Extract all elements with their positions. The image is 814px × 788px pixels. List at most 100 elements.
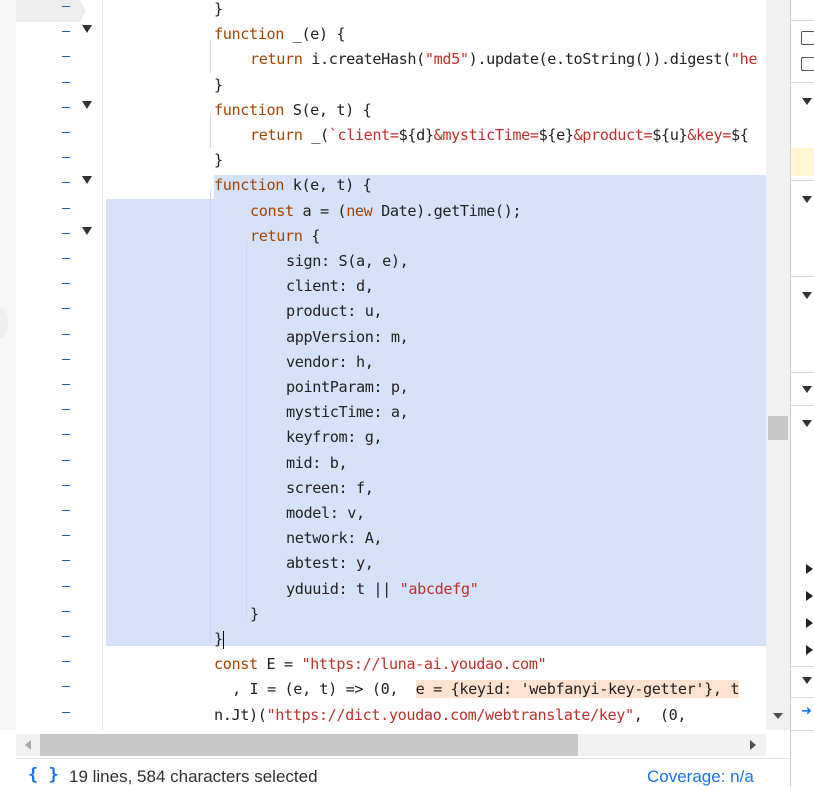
code-token: keyfrom: g,	[286, 428, 383, 447]
code-text: const E = "https://luna-ai.youdao.com"	[214, 653, 547, 675]
chevron-right-icon[interactable]	[806, 591, 813, 601]
code-line: appVersion: m,	[0, 325, 790, 350]
code-line: }	[0, 602, 790, 627]
chevron-down-icon[interactable]	[82, 226, 92, 235]
code-text: product: u,	[286, 300, 383, 322]
line-marker	[62, 706, 71, 718]
code-text: model: v,	[286, 502, 365, 524]
code-text: return i.createHash("md5").update(e.toSt…	[250, 48, 758, 70]
chevron-down-icon[interactable]	[802, 386, 812, 393]
code-text: client: d,	[286, 275, 374, 297]
code-token: &key=	[687, 126, 731, 144]
code-text: keyfrom: g,	[286, 426, 383, 448]
chevron-right-icon[interactable]	[806, 618, 813, 628]
arrow-left-icon[interactable]	[25, 740, 31, 750]
code-token: k(e, t) {	[283, 176, 372, 195]
chevron-down-icon[interactable]	[802, 98, 812, 105]
code-token: _(e) {	[283, 25, 346, 44]
step-arrow-icon[interactable]: ➜	[801, 705, 813, 718]
code-token: function	[214, 25, 284, 44]
code-text: return _(`client=${d}&mysticTime=${e}&pr…	[250, 124, 749, 146]
code-text: appVersion: m,	[286, 326, 409, 348]
code-token: return	[250, 226, 303, 245]
code-text: abtest: y,	[286, 552, 374, 574]
code-line: const E = "https://luna-ai.youdao.com"	[0, 652, 790, 677]
code-token: }	[250, 604, 259, 623]
code-line: model: v,	[0, 501, 790, 526]
panel-divider	[791, 20, 814, 21]
panel-divider	[791, 372, 814, 373]
code-line: }	[0, 148, 790, 173]
code-token: "abcdefg"	[399, 579, 479, 598]
panel-divider	[791, 697, 814, 698]
code-text: mid: b,	[286, 452, 348, 474]
code-token: ${	[730, 126, 749, 144]
chevron-down-icon[interactable]	[82, 100, 92, 109]
vertical-scroll-thumb[interactable]	[768, 416, 788, 440]
code-line: client: d,	[0, 274, 790, 299]
code-token: abtest: y,	[286, 554, 374, 573]
code-token: "https://luna-ai.youdao.com"	[301, 655, 547, 674]
arrow-right-icon[interactable]	[750, 740, 756, 750]
arrow-down-icon[interactable]	[773, 713, 783, 719]
chevron-down-icon[interactable]	[802, 420, 812, 427]
line-marker	[62, 101, 71, 113]
line-marker	[62, 428, 71, 440]
code-line: function _(e) {	[0, 22, 790, 47]
code-line: abtest: y,	[0, 551, 790, 576]
code-token: "md5"	[424, 50, 469, 69]
code-token: "https://dict.youdao.com/webtranslate/ke…	[266, 705, 634, 724]
code-text: const a = (new Date).getTime();	[250, 200, 521, 222]
code-line: }	[0, 627, 790, 652]
code-token: Date).getTime();	[372, 201, 522, 220]
panel-divider	[791, 666, 814, 667]
line-marker	[62, 328, 71, 340]
code-text: n.Jt)("https://dict.youdao.com/webtransl…	[214, 704, 687, 726]
chevron-down-icon[interactable]	[802, 196, 812, 203]
code-token: new	[346, 201, 373, 220]
line-marker	[62, 126, 71, 138]
code-token: product: u,	[286, 302, 383, 321]
chevron-down-icon[interactable]	[82, 176, 92, 185]
code-token: client: d,	[286, 277, 374, 296]
right-side-panel: ➜	[790, 0, 814, 787]
line-marker	[62, 605, 71, 617]
code-text: }	[214, 74, 223, 96]
status-bar: { } 19 lines, 584 characters selected Co…	[16, 758, 790, 788]
code-line: mysticTime: a,	[0, 400, 790, 425]
code-token: model: v,	[286, 504, 365, 522]
horizontal-scrollbar[interactable]	[16, 734, 766, 756]
code-line: function S(e, t) {	[0, 98, 790, 123]
code-line: , I = (e, t) => (0, e = {keyid: 'webfany…	[0, 677, 790, 702]
coverage-link[interactable]: Coverage: n/a	[647, 767, 754, 787]
code-token: function	[214, 100, 284, 119]
chevron-down-icon[interactable]	[82, 25, 92, 34]
code-token: pointParam: p,	[286, 378, 409, 396]
chevron-right-icon[interactable]	[806, 645, 813, 655]
line-marker	[62, 277, 71, 289]
code-token: mysticTime: a,	[286, 403, 409, 422]
code-text: vendor: h,	[286, 351, 374, 373]
chevron-right-icon[interactable]	[806, 564, 813, 574]
code-token: , (0,	[633, 705, 687, 724]
line-marker	[62, 479, 71, 491]
line-marker	[62, 151, 71, 163]
code-editor[interactable]: } function _(e) {return i.createHash("md5…	[0, 0, 790, 730]
code-line: const a = (new Date).getTime();	[0, 199, 790, 224]
code-line: }	[0, 0, 790, 22]
code-text: network: A,	[286, 527, 383, 549]
code-token: "he	[730, 50, 758, 69]
horizontal-scroll-thumb[interactable]	[40, 734, 578, 756]
chevron-down-icon[interactable]	[802, 677, 812, 684]
vertical-scrollbar[interactable]	[766, 0, 790, 730]
code-line: yduuid: t || "abcdefg"	[0, 577, 790, 602]
pretty-print-icon[interactable]: { }	[28, 765, 59, 785]
code-token: ${e}	[538, 126, 574, 144]
line-marker	[62, 680, 71, 692]
code-token: ${d}	[398, 126, 434, 144]
code-text: }	[214, 0, 223, 20]
chevron-down-icon[interactable]	[802, 292, 812, 299]
checkbox[interactable]	[801, 31, 814, 45]
code-line: sign: S(a, e),	[0, 249, 790, 274]
checkbox[interactable]	[801, 57, 814, 71]
